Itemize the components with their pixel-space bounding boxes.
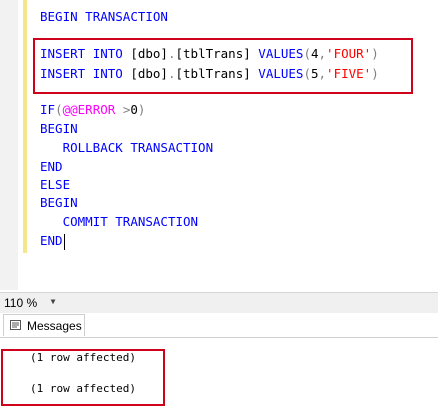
zoom-level-select[interactable]: 110 % (0, 293, 49, 313)
messages-highlight-box (1, 349, 165, 406)
results-tabstrip: Messages (0, 313, 438, 338)
kw-if: IF (40, 102, 56, 117)
chevron-down-icon[interactable]: ▼ (48, 295, 58, 309)
kw-transaction: TRANSACTION (85, 9, 168, 24)
kw-rollback: ROLLBACK (62, 140, 123, 155)
system-variable-error: @@ERROR (62, 102, 116, 117)
editor-gutter (0, 0, 18, 290)
query-editor[interactable]: BEGIN TRANSACTION INSERT INTO [dbo].[tbl… (0, 0, 438, 290)
kw-end: END (40, 233, 63, 248)
change-tracking-bar (23, 0, 27, 253)
kw-end: END (40, 159, 63, 174)
code-line-if: IF(@@ERROR >0) (40, 101, 145, 119)
kw-commit: COMMIT (62, 214, 108, 229)
close-paren: ) (137, 102, 146, 117)
messages-pane: (1 row affected) (1 row affected) (0, 338, 438, 412)
code-line-1: BEGIN TRANSACTION (40, 8, 168, 26)
code-line-begin-1: BEGIN (40, 120, 78, 138)
tab-messages-label: Messages (27, 319, 82, 333)
code-line-end-2: END (40, 232, 63, 250)
editor-status-bar: 110 % ▼ (0, 292, 438, 314)
code-line-else: ELSE (40, 176, 70, 194)
open-paren: ( (55, 102, 63, 117)
kw-transaction: TRANSACTION (130, 140, 214, 155)
messages-icon (10, 320, 21, 330)
text-caret (64, 234, 65, 250)
kw-begin: BEGIN (40, 9, 78, 24)
kw-transaction: TRANSACTION (115, 214, 199, 229)
kw-begin: BEGIN (40, 195, 78, 210)
insert-highlight-box (33, 38, 413, 94)
kw-else: ELSE (40, 177, 71, 192)
code-line-commit: COMMIT TRANSACTION (40, 213, 198, 231)
code-line-rollback: ROLLBACK TRANSACTION (40, 139, 214, 157)
code-line-begin-2: BEGIN (40, 194, 78, 212)
tab-messages[interactable]: Messages (3, 314, 85, 336)
code-line-end-1: END (40, 158, 63, 176)
number-literal: 0 (130, 102, 138, 117)
kw-begin: BEGIN (40, 121, 78, 136)
